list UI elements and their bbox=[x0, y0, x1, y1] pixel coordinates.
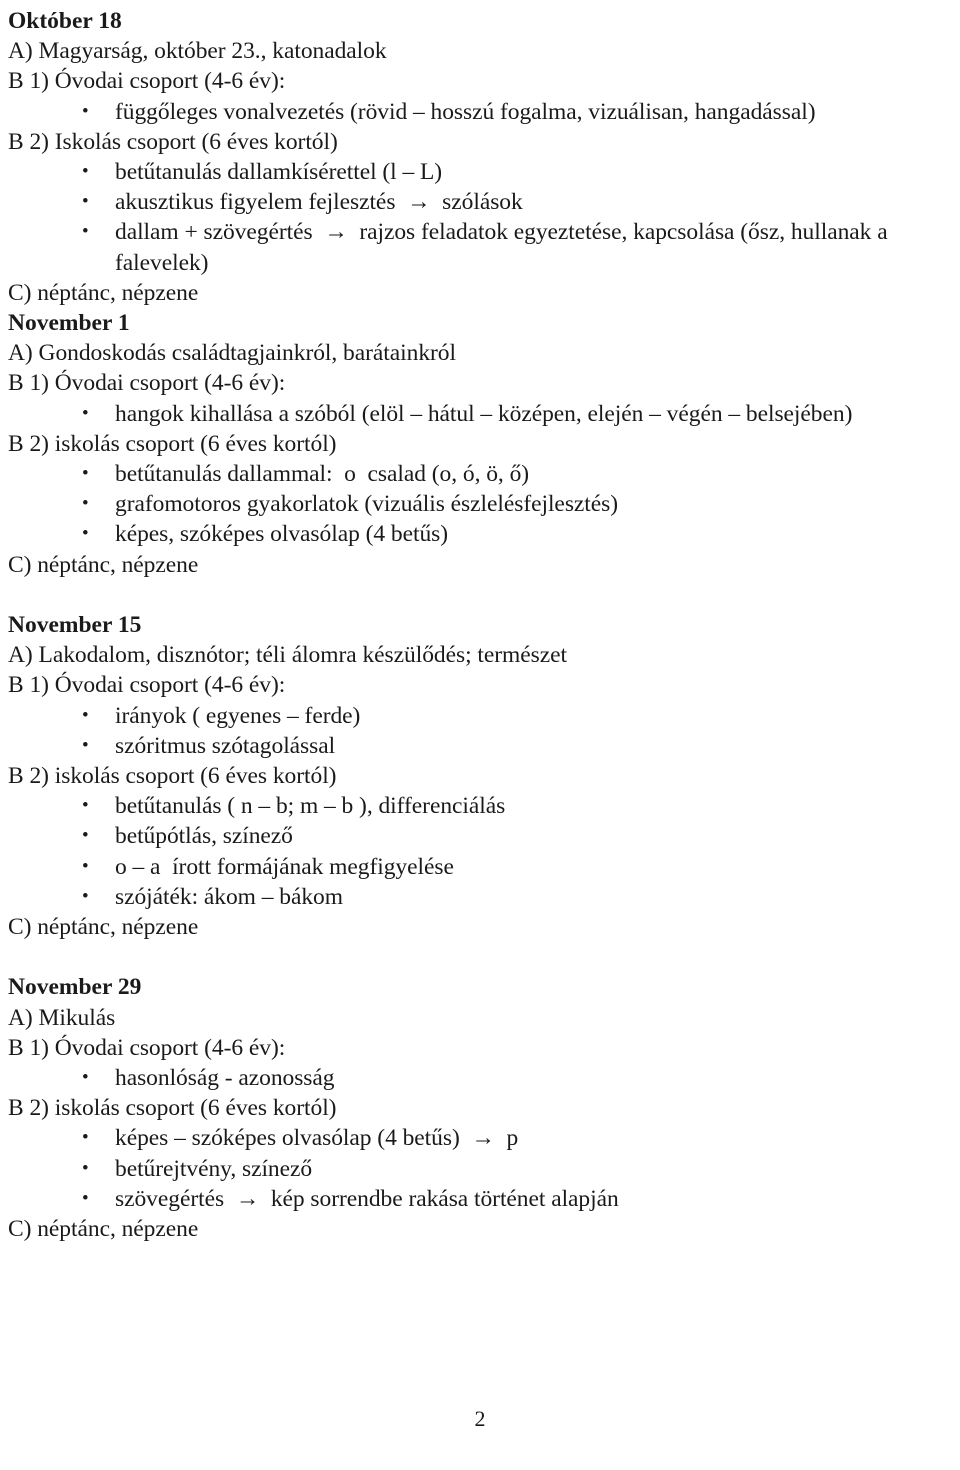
bullet-point-icon bbox=[82, 731, 94, 761]
bullet-point-icon bbox=[82, 1154, 94, 1184]
bullet-point-icon bbox=[82, 821, 94, 851]
bullet-item-text: képes – szóképes olvasólap (4 betűs) → p bbox=[115, 1125, 519, 1152]
bullet-list-item: szóritmus szótagolással bbox=[8, 731, 950, 761]
document-body: Október 18 A) Magyarság, október 23., kat… bbox=[8, 6, 950, 1244]
bullet-list-item: szójáték: ákom – bákom bbox=[8, 882, 950, 912]
bullet-item-text: szójáték: ákom – bákom bbox=[115, 883, 343, 910]
paragraph-line: A) Magyarság, október 23., katonadalok bbox=[8, 38, 387, 65]
bullet-item-text: o – a írott formájának megfigyelése bbox=[115, 853, 454, 880]
section-date-heading: Október 18 bbox=[8, 8, 122, 34]
bullet-item-text: akusztikus figyelem fejlesztés → szóláso… bbox=[115, 189, 523, 216]
bullet-item-text: betűtanulás dallammal: o csalad (o, ó, ö… bbox=[115, 461, 530, 488]
bullet-point-icon bbox=[82, 519, 94, 549]
paragraph-line: B 2) Iskolás csoport (6 éves kortól) bbox=[8, 128, 338, 155]
bullet-list-item: hasonlóság - azonosság bbox=[8, 1063, 950, 1093]
bullet-item-text: hasonlóság - azonosság bbox=[115, 1065, 335, 1092]
paragraph-line: C) néptánc, népzene bbox=[8, 914, 199, 941]
bullet-point-icon bbox=[82, 1123, 94, 1153]
bullet-point-icon bbox=[82, 1184, 94, 1214]
section-date-heading: November 15 bbox=[8, 612, 142, 639]
bullet-item-text: hangok kihallása a szóból (elöl – hátul … bbox=[115, 400, 853, 427]
bullet-item-text: dallam + szövegértés → rajzos feladatok … bbox=[115, 219, 894, 276]
bullet-item-text: függőleges vonalvezetés (rövid – hosszú … bbox=[115, 98, 816, 125]
bullet-list-item: irányok ( egyenes – ferde) bbox=[8, 701, 950, 731]
bullet-point-icon bbox=[82, 852, 94, 882]
paragraph-line: B 1) Óvodai csoport (4-6 év): bbox=[8, 672, 286, 699]
bullet-item-text: betűrejtvény, színező bbox=[115, 1155, 313, 1182]
bullet-point-icon bbox=[82, 97, 94, 127]
paragraph-line: A) Gondoskodás családtagjainkról, baráta… bbox=[8, 340, 456, 367]
bullet-list-item: képes, szóképes olvasólap (4 betűs) bbox=[8, 519, 950, 549]
bullet-list-item: függőleges vonalvezetés (rövid – hosszú … bbox=[8, 97, 950, 127]
bullet-point-icon bbox=[82, 791, 94, 821]
bullet-point-icon bbox=[82, 701, 94, 731]
paragraph-line: B 1) Óvodai csoport (4-6 év): bbox=[8, 68, 286, 95]
bullet-list-item: szövegértés → kép sorrendbe rakása törté… bbox=[8, 1184, 950, 1214]
paragraph-line: B 1) Óvodai csoport (4-6 év): bbox=[8, 370, 286, 397]
bullet-point-icon bbox=[82, 1063, 94, 1093]
section-date-heading: November 1 bbox=[8, 310, 130, 337]
bullet-list-item: betűtanulás dallamkísérettel (l – L) bbox=[8, 157, 950, 187]
paragraph-line: C) néptánc, népzene bbox=[8, 1216, 199, 1243]
bullet-list-item: betűrejtvény, színező bbox=[8, 1154, 950, 1184]
bullet-list-item: dallam + szövegértés → rajzos feladatok … bbox=[8, 217, 950, 277]
bullet-list-item: o – a írott formájának megfigyelése bbox=[8, 852, 950, 882]
bullet-item-text: grafomotoros gyakorlatok (vizuális észle… bbox=[115, 491, 619, 518]
paragraph-line: C) néptánc, népzene bbox=[8, 279, 199, 306]
paragraph-line: C) néptánc, népzene bbox=[8, 551, 199, 578]
bullet-point-icon bbox=[82, 489, 94, 519]
document-page: Október 18 A) Magyarság, október 23., kat… bbox=[0, 0, 960, 1470]
bullet-item-text: szövegértés → kép sorrendbe rakása törté… bbox=[115, 1185, 619, 1212]
bullet-list-item: betűtanulás dallammal: o csalad (o, ó, ö… bbox=[8, 459, 950, 489]
bullet-item-text: képes, szóképes olvasólap (4 betűs) bbox=[115, 521, 449, 548]
paragraph-line: B 2) iskolás csoport (6 éves kortól) bbox=[8, 763, 337, 790]
bullet-item-text: betűpótlás, színező bbox=[115, 823, 293, 850]
page-number: 2 bbox=[474, 1406, 486, 1431]
paragraph-line: B 2) iskolás csoport (6 éves kortól) bbox=[8, 1095, 337, 1122]
bullet-list-item: hangok kihallása a szóból (elöl – hátul … bbox=[8, 399, 950, 429]
bullet-item-text: szóritmus szótagolással bbox=[115, 732, 336, 759]
bullet-point-icon bbox=[82, 399, 94, 429]
paragraph-line: B 1) Óvodai csoport (4-6 év): bbox=[8, 1034, 286, 1061]
paragraph-line: A) Mikulás bbox=[8, 1004, 116, 1031]
paragraph-line: A) Lakodalom, disznótor; téli álomra kés… bbox=[8, 642, 567, 669]
bullet-item-text: betűtanulás ( n – b; m – b ), differenci… bbox=[115, 793, 506, 820]
bullet-list-item: képes – szóképes olvasólap (4 betűs) → p bbox=[8, 1123, 950, 1153]
bullet-point-icon bbox=[82, 882, 94, 912]
bullet-item-text: irányok ( egyenes – ferde) bbox=[115, 702, 361, 729]
bullet-list-item: betűpótlás, színező bbox=[8, 821, 950, 851]
bullet-list-item: grafomotoros gyakorlatok (vizuális észle… bbox=[8, 489, 950, 519]
bullet-point-icon bbox=[82, 459, 94, 489]
bullet-point-icon bbox=[82, 187, 94, 217]
bullet-list-item: betűtanulás ( n – b; m – b ), differenci… bbox=[8, 791, 950, 821]
bullet-list-item: akusztikus figyelem fejlesztés → szóláso… bbox=[8, 187, 950, 217]
bullet-point-icon bbox=[82, 217, 94, 247]
section-date-heading: November 29 bbox=[8, 974, 142, 1001]
bullet-point-icon bbox=[82, 157, 94, 187]
bullet-item-text: betűtanulás dallamkísérettel (l – L) bbox=[115, 159, 443, 186]
paragraph-line: B 2) iskolás csoport (6 éves kortól) bbox=[8, 430, 337, 457]
